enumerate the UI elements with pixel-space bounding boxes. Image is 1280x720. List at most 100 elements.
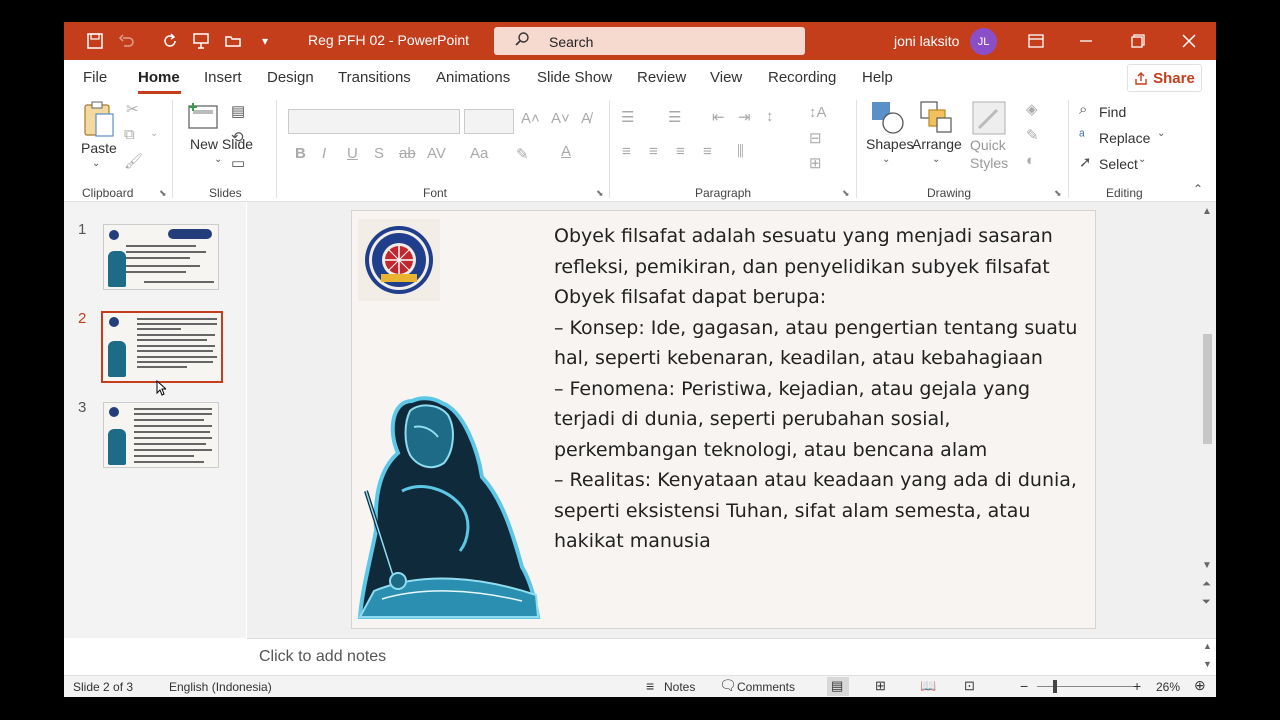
strikethrough-icon[interactable]: ab <box>399 145 416 162</box>
ribbon-display-icon[interactable] <box>1022 28 1050 54</box>
text-direction-icon[interactable]: ↕A <box>809 104 827 121</box>
paste-dropdown-icon[interactable]: ⌄ <box>92 158 100 169</box>
undo-icon[interactable] <box>116 30 138 52</box>
select-button[interactable]: Select <box>1099 156 1138 172</box>
comments-button[interactable]: Comments <box>737 680 795 694</box>
search-box[interactable]: Search <box>494 27 805 55</box>
format-painter-icon[interactable]: 🖌 <box>124 152 143 170</box>
restore-icon[interactable] <box>1124 28 1152 54</box>
shape-fill-icon[interactable]: ◈ <box>1026 100 1038 118</box>
slide-thumbnail-3[interactable] <box>103 402 219 468</box>
font-color-icon[interactable]: A <box>561 143 571 160</box>
close-icon[interactable] <box>1175 28 1203 54</box>
tab-file[interactable]: File <box>83 69 107 86</box>
copy-dropdown-icon[interactable]: ⌄ <box>150 128 158 139</box>
clear-formatting-icon[interactable]: A̸ <box>581 110 591 127</box>
tab-review[interactable]: Review <box>637 69 686 86</box>
language-indicator[interactable]: English (Indonesia) <box>169 680 272 694</box>
notes-pane[interactable]: Click to add notes ▲ ▼ <box>247 638 1216 675</box>
shapes-icon[interactable] <box>870 100 906 140</box>
reading-view-icon[interactable]: 📖 <box>920 678 936 694</box>
font-size-dropdown[interactable] <box>464 109 514 134</box>
slide-thumbnail-2[interactable] <box>101 311 223 383</box>
shapes-dropdown-icon[interactable]: ⌄ <box>882 154 890 165</box>
paste-icon[interactable] <box>82 100 116 144</box>
share-button[interactable]: Share <box>1127 64 1202 92</box>
slide-text-body[interactable]: Obyek filsafat adalah sesuatu yang menja… <box>554 221 1084 557</box>
layout-icon[interactable]: ▤ <box>231 102 245 120</box>
redo-icon[interactable] <box>159 30 181 52</box>
replace-icon[interactable]: ᵃ <box>1079 127 1085 144</box>
customize-toolbar-icon[interactable]: ▾ <box>254 30 276 52</box>
shadow-icon[interactable]: S <box>374 145 384 162</box>
scroll-down-icon[interactable]: ▼ <box>1202 560 1212 571</box>
justify-icon[interactable]: ≡ <box>703 143 712 160</box>
tab-slide-show[interactable]: Slide Show <box>537 69 612 86</box>
bold-icon[interactable]: B <box>295 145 306 162</box>
arrange-dropdown-icon[interactable]: ⌄ <box>932 154 940 165</box>
zoom-in-icon[interactable]: + <box>1133 678 1141 694</box>
slide-sorter-icon[interactable]: ⊞ <box>875 678 886 694</box>
change-case-icon[interactable]: Aa <box>470 145 488 162</box>
tab-design[interactable]: Design <box>267 69 314 86</box>
cut-icon[interactable]: ✂ <box>126 100 139 118</box>
align-right-icon[interactable]: ≡ <box>676 143 685 160</box>
tab-transitions[interactable]: Transitions <box>338 69 411 86</box>
tab-insert[interactable]: Insert <box>204 69 242 86</box>
paragraph-launcher-icon[interactable]: ⬊ <box>842 188 850 199</box>
underline-icon[interactable]: U <box>347 145 358 162</box>
avatar[interactable]: JL <box>970 28 997 55</box>
slide-thumbnail-1[interactable] <box>103 224 219 290</box>
shape-effects-icon[interactable]: ◐ <box>1026 152 1035 169</box>
shape-outline-icon[interactable]: ✎ <box>1026 126 1039 144</box>
notes-scroll-down-icon[interactable]: ▼ <box>1203 659 1212 669</box>
slide-show-icon[interactable]: ⊡ <box>964 678 975 694</box>
tab-view[interactable]: View <box>710 69 742 86</box>
present-icon[interactable] <box>190 30 212 52</box>
replace-button[interactable]: Replace <box>1099 130 1150 146</box>
smartart-icon[interactable]: ⊞ <box>809 154 822 172</box>
reset-icon[interactable]: ⟲ <box>231 128 244 146</box>
select-dropdown-icon[interactable]: ⌄ <box>1138 154 1146 165</box>
font-name-dropdown[interactable] <box>288 109 460 134</box>
notes-icon[interactable]: ≡ <box>646 678 654 694</box>
next-slide-icon[interactable]: ⏷ <box>1202 596 1211 609</box>
collapse-ribbon-icon[interactable]: ⌃ <box>1193 182 1203 196</box>
section-icon[interactable]: ▭ <box>231 154 245 172</box>
arrange-icon[interactable] <box>919 100 955 140</box>
scroll-up-icon[interactable]: ▲ <box>1202 206 1212 217</box>
tab-recording[interactable]: Recording <box>768 69 836 86</box>
clipboard-launcher-icon[interactable]: ⬊ <box>159 188 167 199</box>
notes-button[interactable]: Notes <box>664 680 695 694</box>
notes-placeholder[interactable]: Click to add notes <box>259 648 386 666</box>
fit-to-window-icon[interactable]: ⊕ <box>1194 677 1206 694</box>
replace-dropdown-icon[interactable]: ⌄ <box>1157 128 1165 139</box>
zoom-slider-knob[interactable] <box>1053 680 1057 693</box>
comments-icon[interactable]: 🗨 <box>719 677 737 694</box>
columns-icon[interactable]: ⫼ <box>737 143 744 160</box>
align-left-icon[interactable]: ≡ <box>622 143 631 160</box>
numbering-icon[interactable]: ☰ <box>668 108 681 126</box>
new-slide-icon[interactable] <box>186 100 220 136</box>
scrollbar-thumb[interactable] <box>1203 334 1212 444</box>
vertical-scrollbar[interactable]: ▲ ▼ ⏶ ⏷ <box>1199 202 1216 638</box>
shapes-label[interactable]: Shapes <box>866 136 913 152</box>
find-icon[interactable]: ⌕ <box>1079 101 1087 118</box>
decrease-indent-icon[interactable]: ⇤ <box>712 108 725 126</box>
tab-home[interactable]: Home <box>138 69 180 86</box>
decrease-font-icon[interactable]: A˅ <box>551 110 570 127</box>
quick-styles-label[interactable]: Quick Styles <box>970 136 1012 172</box>
current-slide[interactable]: Obyek filsafat adalah sesuatu yang menja… <box>351 210 1096 629</box>
zoom-slider-track[interactable] <box>1037 686 1137 687</box>
quick-styles-icon[interactable] <box>971 100 1007 140</box>
highlight-icon[interactable]: ✎ <box>516 145 529 163</box>
new-slide-dropdown-icon[interactable]: ⌄ <box>214 154 222 165</box>
paste-label[interactable]: Paste <box>81 140 117 156</box>
font-launcher-icon[interactable]: ⬊ <box>596 188 604 199</box>
copy-icon[interactable]: ⧉ <box>124 126 135 143</box>
line-spacing-icon[interactable]: ↕ <box>766 108 774 125</box>
zoom-out-icon[interactable]: − <box>1020 678 1028 694</box>
minimize-icon[interactable] <box>1072 28 1100 54</box>
tab-help[interactable]: Help <box>862 69 893 86</box>
open-folder-icon[interactable] <box>222 30 244 52</box>
